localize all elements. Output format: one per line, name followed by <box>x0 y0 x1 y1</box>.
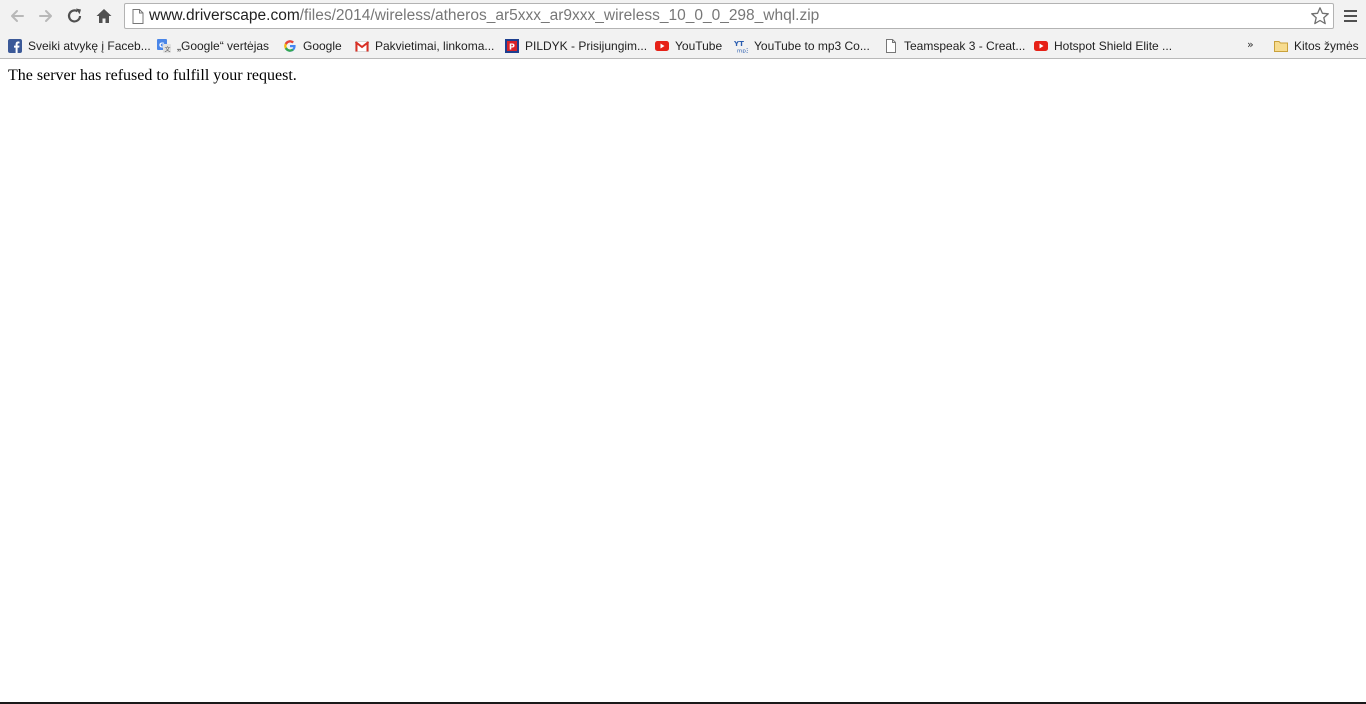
forward-button[interactable] <box>34 4 58 28</box>
facebook-icon <box>8 38 22 53</box>
bookmark-star-icon[interactable] <box>1310 6 1330 26</box>
page-icon <box>132 9 144 24</box>
bookmarks-bar: Sveiki atvykę į Faceb... G 文 „Google“ ve… <box>0 33 1366 58</box>
bookmark-youtube-mp3[interactable]: YT mp3 YouTube to mp3 Co... <box>734 36 870 55</box>
bookmark-label: Sveiki atvykę į Faceb... <box>28 38 151 53</box>
bookmark-google-translate[interactable]: G 文 „Google“ vertėjas <box>157 36 269 55</box>
bookmark-teamspeak[interactable]: Teamspeak 3 - Creat... <box>884 36 1025 55</box>
back-arrow-icon <box>11 10 24 22</box>
home-icon <box>96 9 112 23</box>
page-content: The server has refused to fulfill your r… <box>0 59 1366 702</box>
bookmark-label: YouTube to mp3 Co... <box>754 38 870 53</box>
bookmark-label: PILDYK - Prisijungim... <box>525 38 648 53</box>
error-message: The server has refused to fulfill your r… <box>8 67 297 84</box>
bookmark-gmail[interactable]: Pakvietimai, linkoma... <box>355 36 494 55</box>
reload-button[interactable] <box>63 4 87 28</box>
youtube-icon <box>1034 40 1048 51</box>
url-path: /files/2014/wireless/atheros_ar5xxx_ar9x… <box>299 7 820 24</box>
bookmarks-overflow-button[interactable]: » <box>1247 38 1254 51</box>
browser-chrome: www.driverscape.com/files/2014/wireless/… <box>0 0 1366 59</box>
gmail-icon <box>355 40 369 52</box>
folder-icon <box>1274 40 1288 52</box>
bookmark-label: Hotspot Shield Elite ... <box>1054 38 1173 53</box>
youtube-icon <box>655 40 669 51</box>
page-icon <box>886 38 896 53</box>
svg-text:YT: YT <box>734 40 744 48</box>
google-icon <box>284 39 296 52</box>
bookmark-label: Teamspeak 3 - Creat... <box>904 38 1026 53</box>
bookmark-facebook[interactable]: Sveiki atvykę į Faceb... <box>8 36 151 55</box>
bookmark-label: YouTube <box>675 38 723 53</box>
svg-text:文: 文 <box>165 45 171 53</box>
pildyk-icon: P <box>505 38 519 53</box>
address-bar[interactable]: www.driverscape.com/files/2014/wireless/… <box>124 3 1334 29</box>
reload-icon <box>67 8 82 23</box>
url-host: www.driverscape.com <box>149 7 300 24</box>
bookmark-google[interactable]: Google <box>283 36 342 55</box>
svg-text:P: P <box>509 42 515 51</box>
hamburger-menu-icon <box>1344 10 1357 22</box>
bookmark-hotspot-shield[interactable]: Hotspot Shield Elite ... <box>1034 36 1172 55</box>
browser-toolbar: www.driverscape.com/files/2014/wireless/… <box>0 0 1366 33</box>
bookmark-label: Google <box>303 38 342 53</box>
youtube-mp3-icon: YT mp3 <box>734 40 748 53</box>
svg-text:mp3: mp3 <box>737 48 748 53</box>
bookmark-other-folder[interactable]: Kitos žymės <box>1274 36 1359 55</box>
bookmark-pildyk[interactable]: P PILDYK - Prisijungim... <box>505 36 647 55</box>
back-button[interactable] <box>5 4 29 28</box>
bookmark-label: „Google“ vertėjas <box>177 38 270 53</box>
home-button[interactable] <box>92 4 116 28</box>
bookmark-youtube[interactable]: YouTube <box>655 36 722 55</box>
url-text: www.driverscape.com/files/2014/wireless/… <box>149 7 819 25</box>
bookmark-label: Pakvietimai, linkoma... <box>375 38 495 53</box>
chrome-menu-button[interactable] <box>1340 4 1362 28</box>
google-translate-icon: G 文 <box>157 38 171 53</box>
bookmark-label: Kitos žymės <box>1294 38 1359 53</box>
forward-arrow-icon <box>39 10 52 22</box>
